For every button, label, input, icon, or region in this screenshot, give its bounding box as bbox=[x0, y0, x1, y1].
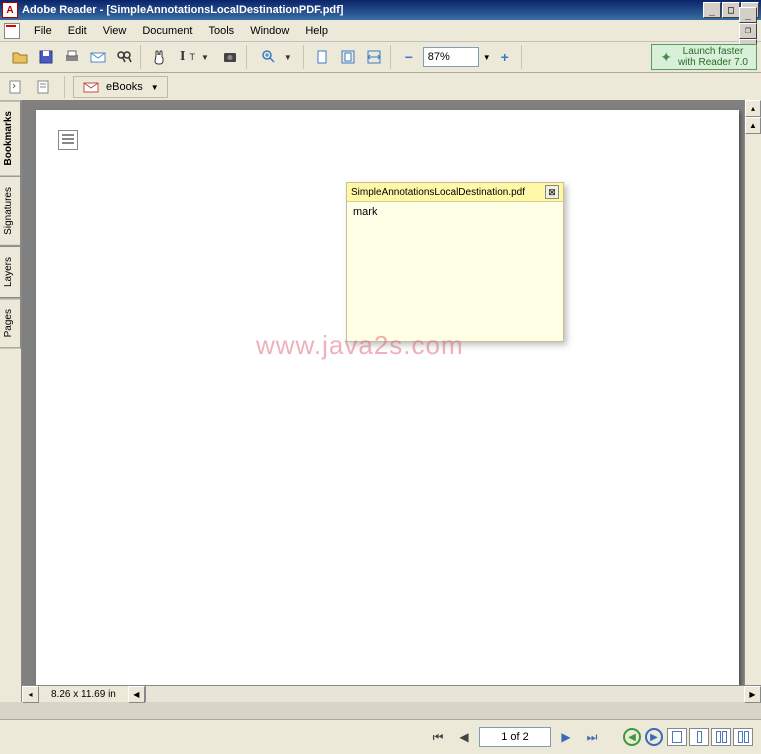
promo-launch-faster[interactable]: ✦ Launch faster with Reader 7.0 bbox=[651, 44, 757, 70]
app-icon: A bbox=[2, 2, 18, 18]
snapshot-button[interactable] bbox=[218, 45, 242, 69]
email-button[interactable] bbox=[86, 45, 110, 69]
facing-button[interactable] bbox=[711, 728, 731, 746]
annotation-popup[interactable]: SimpleAnnotationsLocalDestination.pdf ⊠ … bbox=[346, 182, 564, 342]
leaf-icon: ✦ bbox=[660, 49, 672, 66]
hand-tool-button[interactable] bbox=[147, 45, 171, 69]
mdi-restore-button[interactable]: ❐ bbox=[739, 23, 757, 39]
titlebar: A Adobe Reader - [SimpleAnnotationsLocal… bbox=[0, 0, 761, 20]
vertical-scrollbar[interactable]: ▴ ▲ ▼ bbox=[744, 100, 761, 702]
fit-page-button[interactable] bbox=[336, 45, 360, 69]
zoom-in-button[interactable]: ▼ bbox=[253, 45, 299, 69]
menu-edit[interactable]: Edit bbox=[60, 23, 95, 39]
tab-signatures[interactable]: Signatures bbox=[0, 176, 21, 246]
hscroll-track[interactable] bbox=[145, 686, 744, 702]
next-page-button[interactable]: ▶ bbox=[555, 726, 577, 748]
minimize-button[interactable]: _ bbox=[703, 2, 721, 18]
zoom-dropdown[interactable]: ▼ bbox=[483, 53, 491, 62]
status-bar: ◂ 8.26 x 11.69 in ◀ ▶ bbox=[22, 685, 761, 702]
page-dimensions: 8.26 x 11.69 in bbox=[39, 689, 128, 700]
ebooks-button[interactable]: eBooks ▼ bbox=[73, 76, 168, 98]
hscroll-left2-button[interactable]: ◀ bbox=[128, 686, 145, 703]
menu-window[interactable]: Window bbox=[242, 23, 297, 39]
tab-layers[interactable]: Layers bbox=[0, 246, 21, 298]
toolbar-secondary: eBooks ▼ bbox=[0, 73, 761, 102]
navigation-bar: ⏮ ◀ ▶ ⏭ ◀ ▶ bbox=[0, 719, 761, 754]
chevron-down-icon: ▼ bbox=[284, 53, 292, 62]
chevron-down-icon: ▼ bbox=[151, 83, 159, 92]
menu-tools[interactable]: Tools bbox=[201, 23, 243, 39]
zoom-in-plus-button[interactable]: + bbox=[493, 45, 517, 69]
fit-width-button[interactable] bbox=[362, 45, 386, 69]
pdf-page: SimpleAnnotationsLocalDestination.pdf ⊠ … bbox=[36, 110, 739, 692]
continuous-button[interactable] bbox=[689, 728, 709, 746]
menu-help[interactable]: Help bbox=[297, 23, 336, 39]
tool-group-select: IT▼ bbox=[143, 45, 247, 69]
print-button[interactable] bbox=[60, 45, 84, 69]
tool-group-zoom-level: − ▼ + bbox=[393, 45, 522, 69]
next-view-button[interactable]: ▶ bbox=[645, 728, 663, 746]
maximize-button[interactable]: □ bbox=[722, 2, 740, 18]
menu-view[interactable]: View bbox=[95, 23, 135, 39]
search-button[interactable] bbox=[112, 45, 136, 69]
text-select-button[interactable]: IT▼ bbox=[173, 45, 216, 69]
single-page-button[interactable] bbox=[667, 728, 687, 746]
howto-button[interactable] bbox=[4, 75, 28, 99]
annotation-close-button[interactable]: ⊠ bbox=[545, 185, 559, 199]
open-button[interactable] bbox=[8, 45, 32, 69]
save-button[interactable] bbox=[34, 45, 58, 69]
scroll-up-button[interactable]: ▴ bbox=[745, 100, 761, 117]
tab-pages[interactable]: Pages bbox=[0, 298, 21, 348]
menubar: File Edit View Document Tools Window Hel… bbox=[0, 20, 761, 42]
ebooks-label: eBooks bbox=[106, 81, 143, 93]
prev-page-button[interactable]: ◀ bbox=[453, 726, 475, 748]
window-title: Adobe Reader - [SimpleAnnotationsLocalDe… bbox=[22, 4, 703, 16]
hscroll-left-button[interactable]: ◂ bbox=[22, 686, 39, 703]
page-layout-buttons bbox=[667, 728, 753, 746]
document-icon bbox=[4, 23, 20, 39]
tool-group-file bbox=[4, 45, 141, 69]
page-number-input[interactable] bbox=[479, 727, 551, 747]
main-area: Bookmarks Signatures Layers Pages Simple… bbox=[0, 100, 761, 702]
prev-view-button[interactable]: ◀ bbox=[623, 728, 641, 746]
review-button[interactable] bbox=[32, 75, 56, 99]
side-tabs: Bookmarks Signatures Layers Pages bbox=[0, 100, 22, 702]
tab-bookmarks[interactable]: Bookmarks bbox=[0, 100, 21, 176]
separator bbox=[64, 76, 65, 98]
toolbar-main: IT▼ ▼ − ▼ + ✦ Launch faster with Reader … bbox=[0, 42, 761, 73]
hscroll-right-button[interactable]: ▶ bbox=[744, 686, 761, 703]
document-viewport[interactable]: SimpleAnnotationsLocalDestination.pdf ⊠ … bbox=[22, 100, 761, 702]
continuous-facing-button[interactable] bbox=[733, 728, 753, 746]
first-page-button[interactable]: ⏮ bbox=[427, 726, 449, 748]
scroll-up2-button[interactable]: ▲ bbox=[745, 117, 761, 134]
annotation-titlebar[interactable]: SimpleAnnotationsLocalDestination.pdf ⊠ bbox=[347, 183, 563, 202]
promo-text: Launch faster with Reader 7.0 bbox=[678, 46, 748, 68]
menu-file[interactable]: File bbox=[26, 23, 60, 39]
annotation-body[interactable]: mark bbox=[347, 202, 563, 222]
ebooks-icon bbox=[82, 78, 100, 96]
note-annotation-icon[interactable] bbox=[58, 130, 78, 150]
menu-document[interactable]: Document bbox=[134, 23, 200, 39]
actual-size-button[interactable] bbox=[310, 45, 334, 69]
tool-group-zoom: ▼ bbox=[249, 45, 304, 69]
zoom-out-button[interactable]: − bbox=[397, 45, 421, 69]
zoom-input[interactable] bbox=[423, 47, 479, 67]
chevron-down-icon: ▼ bbox=[201, 53, 209, 62]
last-page-button[interactable]: ⏭ bbox=[581, 726, 603, 748]
mdi-minimize-button[interactable]: _ bbox=[739, 7, 757, 23]
tool-group-fit bbox=[306, 45, 391, 69]
annotation-title-text: SimpleAnnotationsLocalDestination.pdf bbox=[351, 187, 525, 198]
